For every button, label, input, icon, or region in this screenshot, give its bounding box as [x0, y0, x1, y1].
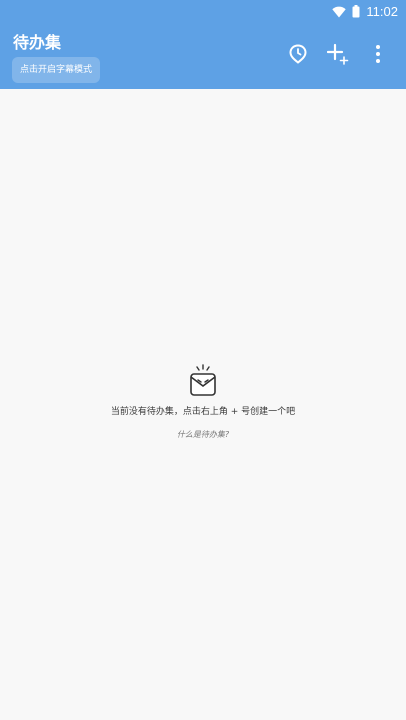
status-icons: 11:02 [332, 4, 398, 20]
status-bar: 11:02 [0, 0, 406, 24]
app-header: 11:02 待办集 点击开启字幕模式 [0, 0, 406, 89]
subtitle-mode-button[interactable]: 点击开启字幕模式 [12, 57, 101, 83]
battery-icon [352, 3, 360, 22]
reminder-button[interactable] [280, 40, 316, 72]
add-button[interactable] [320, 40, 356, 72]
header-actions [280, 40, 396, 72]
empty-state: 当前没有待办集，点击右上角 + 号创建一个吧 什么是待办集? [0, 364, 406, 440]
reminder-icon [289, 44, 307, 68]
more-button[interactable] [360, 40, 396, 72]
help-link[interactable]: 什么是待办集? [177, 429, 229, 440]
add-icon [326, 43, 349, 69]
status-time: 11:02 [366, 4, 398, 19]
empty-message: 当前没有待办集，点击右上角 + 号创建一个吧 [110, 407, 296, 417]
page-title: 待办集 [13, 33, 62, 52]
empty-box-icon [188, 364, 218, 398]
wifi-icon [332, 3, 347, 22]
more-icon [375, 44, 381, 68]
